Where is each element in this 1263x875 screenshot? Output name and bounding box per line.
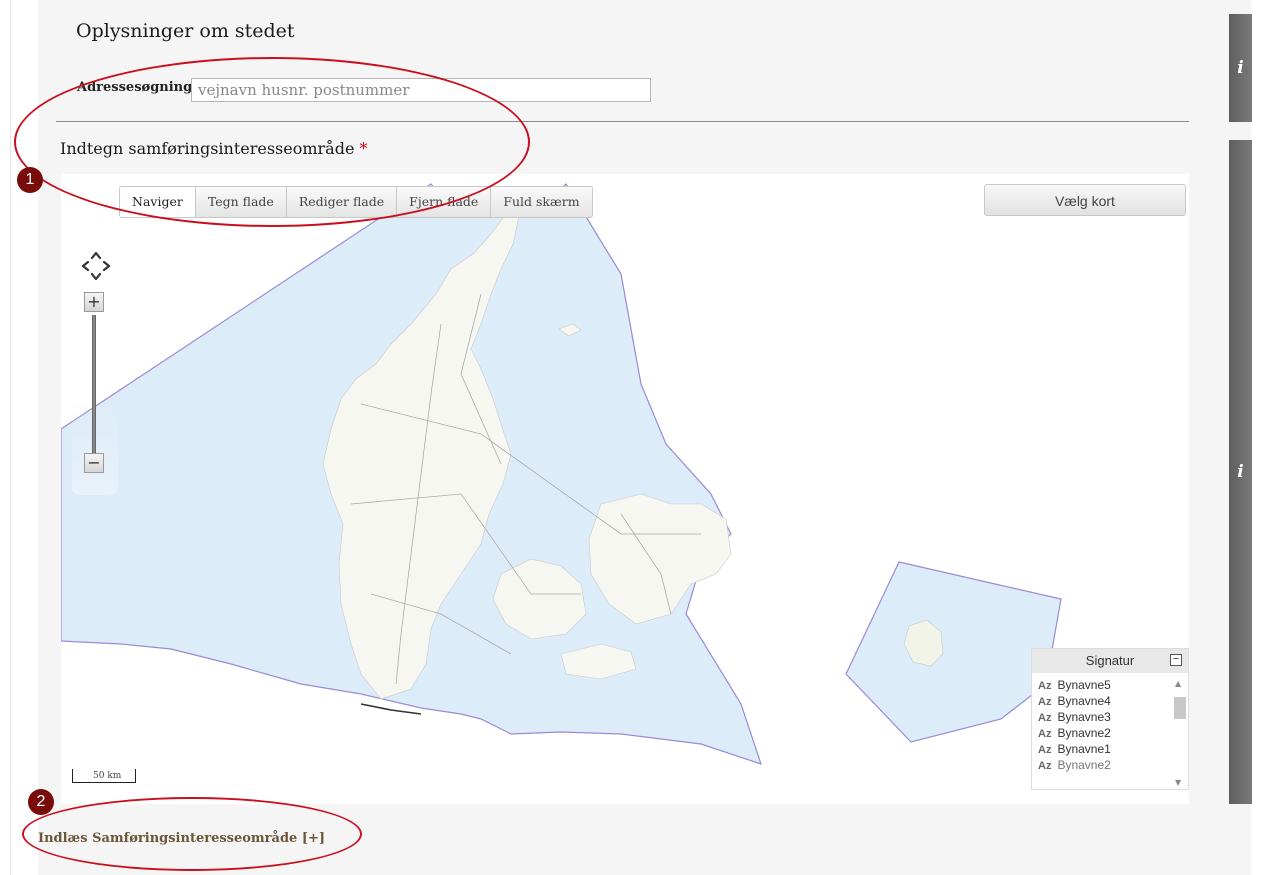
land-mass-zealand bbox=[588, 493, 732, 625]
legend-scrollbar[interactable]: ▲ ▼ bbox=[1172, 677, 1186, 787]
side-info-tab-top[interactable]: i bbox=[1229, 14, 1252, 122]
legend-item-label: Bynavne4 bbox=[1057, 694, 1111, 708]
map-canvas bbox=[61, 183, 1062, 765]
callout-ring-1 bbox=[14, 57, 530, 227]
section-title: Oplysninger om stedet bbox=[76, 20, 295, 42]
scale-bar: 50 km bbox=[72, 769, 136, 783]
callout-badge-2: 2 bbox=[28, 789, 54, 815]
legend-item-label: Bynavne2 bbox=[1057, 758, 1111, 772]
tool-fullscreen-button[interactable]: Fuld skærm bbox=[491, 186, 593, 218]
legend-item-label: Bynavne5 bbox=[1057, 678, 1111, 692]
choose-map-button[interactable]: Vælg kort bbox=[984, 184, 1186, 216]
pan-arrows-icon[interactable] bbox=[80, 250, 112, 282]
legend-item-label: Bynavne3 bbox=[1057, 710, 1111, 724]
zoom-slider-track[interactable] bbox=[92, 315, 96, 453]
scroll-down-icon[interactable]: ▼ bbox=[1175, 778, 1181, 787]
legend-panel: Signatur − Az Bynavne5 Az Bynavne4 Az Bynav… bbox=[1031, 648, 1189, 790]
legend-text-symbol-icon: Az bbox=[1038, 744, 1052, 756]
legend-text-symbol-icon: Az bbox=[1038, 696, 1052, 708]
legend-item-label: Bynavne1 bbox=[1057, 742, 1111, 756]
legend-item: Az Bynavne2 bbox=[1038, 725, 1168, 741]
legend-item-label: Bynavne2 bbox=[1057, 726, 1111, 740]
legend-text-symbol-icon: Az bbox=[1038, 728, 1052, 740]
legend-item: Az Bynavne4 bbox=[1038, 693, 1168, 709]
legend-collapse-icon[interactable]: − bbox=[1170, 654, 1182, 666]
legend-item: Az Bynavne2 bbox=[1038, 757, 1168, 773]
zoom-out-button[interactable]: − bbox=[84, 453, 104, 473]
page-left-border bbox=[10, 0, 11, 875]
side-info-tab-main[interactable]: i bbox=[1229, 140, 1252, 804]
legend-title: Signatur bbox=[1085, 653, 1135, 668]
legend-header: Signatur − bbox=[1032, 649, 1188, 673]
map-viewport[interactable] bbox=[61, 174, 1189, 804]
legend-list: Az Bynavne5 Az Bynavne4 Az Bynavne3 Az Bynav… bbox=[1038, 677, 1168, 773]
legend-item: Az Bynavne5 bbox=[1038, 677, 1168, 693]
legend-text-symbol-icon: Az bbox=[1038, 680, 1052, 692]
legend-item: Az Bynavne1 bbox=[1038, 741, 1168, 757]
legend-text-symbol-icon: Az bbox=[1038, 712, 1052, 724]
legend-item: Az Bynavne3 bbox=[1038, 709, 1168, 725]
sea-boundary-polygon-east bbox=[845, 561, 1062, 743]
scale-bar-label: 50 km bbox=[93, 771, 122, 781]
scroll-thumb[interactable] bbox=[1174, 697, 1186, 719]
callout-badge-1: 1 bbox=[17, 167, 43, 193]
scroll-up-icon[interactable]: ▲ bbox=[1175, 679, 1181, 688]
legend-text-symbol-icon: Az bbox=[1038, 760, 1052, 772]
zoom-in-button[interactable]: + bbox=[84, 292, 104, 312]
callout-ring-2 bbox=[22, 797, 362, 871]
